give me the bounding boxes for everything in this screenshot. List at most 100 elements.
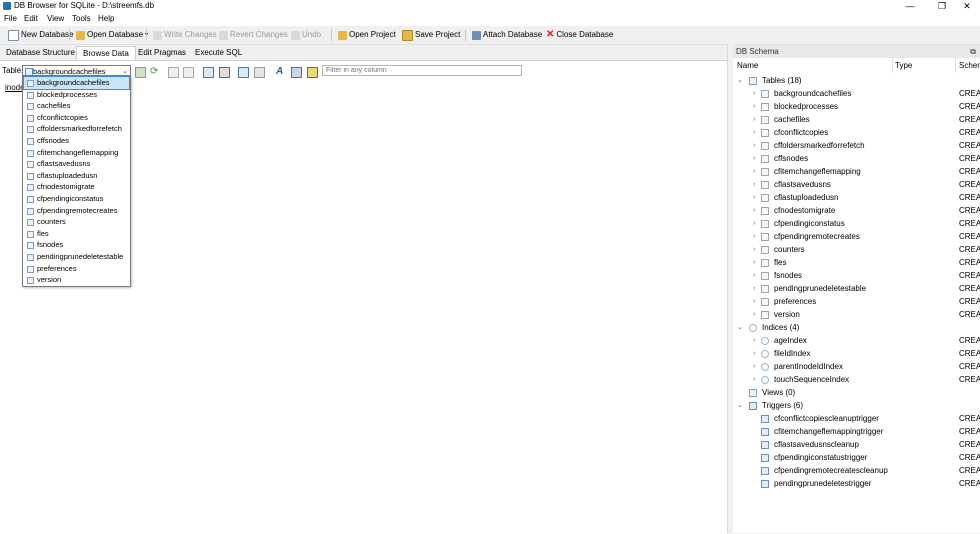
- tree-item-trigger[interactable]: cfconflictcopiescleanuptrigger CREA: [733, 412, 980, 425]
- write-changes-button[interactable]: Write Changes: [150, 28, 220, 42]
- undo-button[interactable]: Undo: [288, 28, 324, 42]
- tab-edit-pragmas[interactable]: Edit Pragmas: [132, 46, 192, 60]
- tree-item-table[interactable]: › cfconflictcopies CREA: [733, 126, 980, 139]
- font-icon[interactable]: A: [276, 67, 285, 77]
- tree-item-index[interactable]: › parentInodeIdIndex CREA: [733, 360, 980, 373]
- chevron-right-icon[interactable]: ›: [753, 87, 755, 100]
- chevron-right-icon[interactable]: ›: [753, 152, 755, 165]
- tree-group-triggers[interactable]: ⌄ Triggers (6): [733, 399, 980, 412]
- tree-item-table[interactable]: › cffoldersmarkedforrefetch CREA: [733, 139, 980, 152]
- tab-browse-data[interactable]: Browse Data: [76, 46, 136, 61]
- format-icon[interactable]: [291, 67, 302, 78]
- tree-item-table[interactable]: › pendingprunedeletestable CREA: [733, 282, 980, 295]
- tree-item-table[interactable]: › cachefiles CREA: [733, 113, 980, 126]
- tree-group-views[interactable]: Views (0): [733, 386, 980, 399]
- minimize-button[interactable]: —: [895, 0, 925, 12]
- menu-edit[interactable]: Edit: [20, 12, 42, 26]
- column-header-type[interactable]: Type: [895, 58, 912, 73]
- filter-input[interactable]: [322, 65, 522, 76]
- chevron-right-icon[interactable]: ›: [753, 100, 755, 113]
- open-project-button[interactable]: Open Project: [335, 28, 399, 42]
- new-database-button[interactable]: New Database: [5, 28, 76, 42]
- chevron-right-icon[interactable]: ›: [753, 113, 755, 126]
- tree-item-index[interactable]: › fileIdIndex CREA: [733, 347, 980, 360]
- column-header-schema[interactable]: Schema: [959, 58, 980, 73]
- tree-item-table[interactable]: › cflastuploadedusn CREA: [733, 191, 980, 204]
- refresh-table-icon[interactable]: [135, 67, 146, 78]
- dropdown-item[interactable]: version: [24, 274, 129, 286]
- menu-file[interactable]: File: [0, 12, 21, 26]
- print-icon[interactable]: [219, 67, 230, 78]
- dropdown-item[interactable]: cflastsavedusns: [24, 158, 129, 170]
- chevron-right-icon[interactable]: ›: [753, 230, 755, 243]
- tree-item-trigger[interactable]: cfitemchangeflemappingtrigger CREA: [733, 425, 980, 438]
- tree-item-table[interactable]: › cfpendingremotecreates CREA: [733, 230, 980, 243]
- chevron-right-icon[interactable]: ›: [753, 347, 755, 360]
- close-window-button[interactable]: ✕: [952, 0, 980, 12]
- highlight-icon[interactable]: [307, 67, 318, 78]
- tab-database-structure[interactable]: Database Structure: [0, 46, 81, 60]
- sort-icon[interactable]: [183, 67, 194, 78]
- chevron-right-icon[interactable]: ›: [753, 217, 755, 230]
- dropdown-item[interactable]: fles: [24, 228, 129, 240]
- sync-icon[interactable]: ⟳: [150, 67, 159, 77]
- tree-group-tables[interactable]: ⌄ Tables (18): [733, 74, 980, 87]
- dropdown-item[interactable]: fsnodes: [24, 239, 129, 251]
- column-divider[interactable]: [955, 58, 956, 73]
- open-database-button[interactable]: Open Database ▾: [73, 28, 151, 42]
- chevron-right-icon[interactable]: ›: [753, 360, 755, 373]
- dropdown-item[interactable]: pendingprunedeletestable: [24, 251, 129, 263]
- close-database-button[interactable]: ✕ Close Database: [543, 28, 616, 42]
- dropdown-item[interactable]: cflastuploadedusn: [24, 170, 129, 182]
- chevron-right-icon[interactable]: ›: [753, 165, 755, 178]
- chevron-down-icon[interactable]: ⌄: [737, 74, 743, 87]
- dropdown-item[interactable]: cfitemchangeflemapping: [24, 147, 129, 159]
- revert-changes-button[interactable]: Revert Changes: [216, 28, 291, 42]
- tree-item-table[interactable]: › backgroundcachefiles CREA: [733, 87, 980, 100]
- dropdown-item[interactable]: preferences: [24, 263, 129, 275]
- chevron-down-icon[interactable]: ⌄: [737, 399, 743, 412]
- tree-item-table[interactable]: › cfpendingiconstatus CREA: [733, 217, 980, 230]
- tree-item-table[interactable]: › cffsnodes CREA: [733, 152, 980, 165]
- column-divider[interactable]: [892, 58, 893, 73]
- attach-database-button[interactable]: Attach Database: [469, 28, 545, 42]
- dropdown-item[interactable]: cfnodestomigrate: [24, 181, 129, 193]
- dropdown-item[interactable]: counters: [24, 216, 129, 228]
- chevron-right-icon[interactable]: ›: [753, 308, 755, 321]
- chevron-right-icon[interactable]: ›: [753, 243, 755, 256]
- menu-view[interactable]: View: [43, 12, 68, 26]
- tree-item-trigger[interactable]: pendingprunedeletestrigger CREA: [733, 477, 980, 490]
- tree-item-table[interactable]: › counters CREA: [733, 243, 980, 256]
- menu-help[interactable]: Help: [94, 12, 118, 26]
- float-dock-icon[interactable]: ⧉: [970, 45, 976, 58]
- save-project-button[interactable]: Save Project: [399, 28, 463, 42]
- chevron-right-icon[interactable]: ›: [753, 256, 755, 269]
- chevron-right-icon[interactable]: ›: [753, 139, 755, 152]
- tree-item-table[interactable]: › cfnodestomigrate CREA: [733, 204, 980, 217]
- column-header-name[interactable]: Name: [737, 58, 758, 73]
- tree-item-index[interactable]: › touchSequenceIndex CREA: [733, 373, 980, 386]
- tree-item-table[interactable]: › cflastsavedusns CREA: [733, 178, 980, 191]
- tree-item-table[interactable]: › preferences CREA: [733, 295, 980, 308]
- tree-item-table[interactable]: › fles CREA: [733, 256, 980, 269]
- tree-item-table[interactable]: › blockedprocesses CREA: [733, 100, 980, 113]
- dropdown-item[interactable]: cfpendingremotecreates: [24, 205, 129, 217]
- chevron-right-icon[interactable]: ›: [753, 373, 755, 386]
- clear-filters-icon[interactable]: [168, 67, 179, 78]
- tree-group-indices[interactable]: ⌄ Indices (4): [733, 321, 980, 334]
- chevron-right-icon[interactable]: ›: [753, 204, 755, 217]
- chevron-right-icon[interactable]: ›: [753, 295, 755, 308]
- chevron-right-icon[interactable]: ›: [753, 334, 755, 347]
- chevron-down-icon[interactable]: ⌄: [737, 321, 743, 334]
- tree-item-index[interactable]: › ageIndex CREA: [733, 334, 980, 347]
- dropdown-item[interactable]: blockedprocesses: [24, 89, 129, 101]
- dropdown-item[interactable]: cffsnodes: [24, 135, 129, 147]
- chevron-right-icon[interactable]: ›: [753, 178, 755, 191]
- chevron-right-icon[interactable]: ›: [753, 191, 755, 204]
- insert-record-icon[interactable]: [238, 67, 249, 78]
- dropdown-item[interactable]: cfpendingiconstatus: [24, 193, 129, 205]
- chevron-right-icon[interactable]: ›: [753, 269, 755, 282]
- dropdown-item[interactable]: cachefiles: [24, 100, 129, 112]
- dropdown-item[interactable]: cfconflictcopies: [24, 112, 129, 124]
- dropdown-item[interactable]: backgroundcachefiles: [23, 76, 130, 90]
